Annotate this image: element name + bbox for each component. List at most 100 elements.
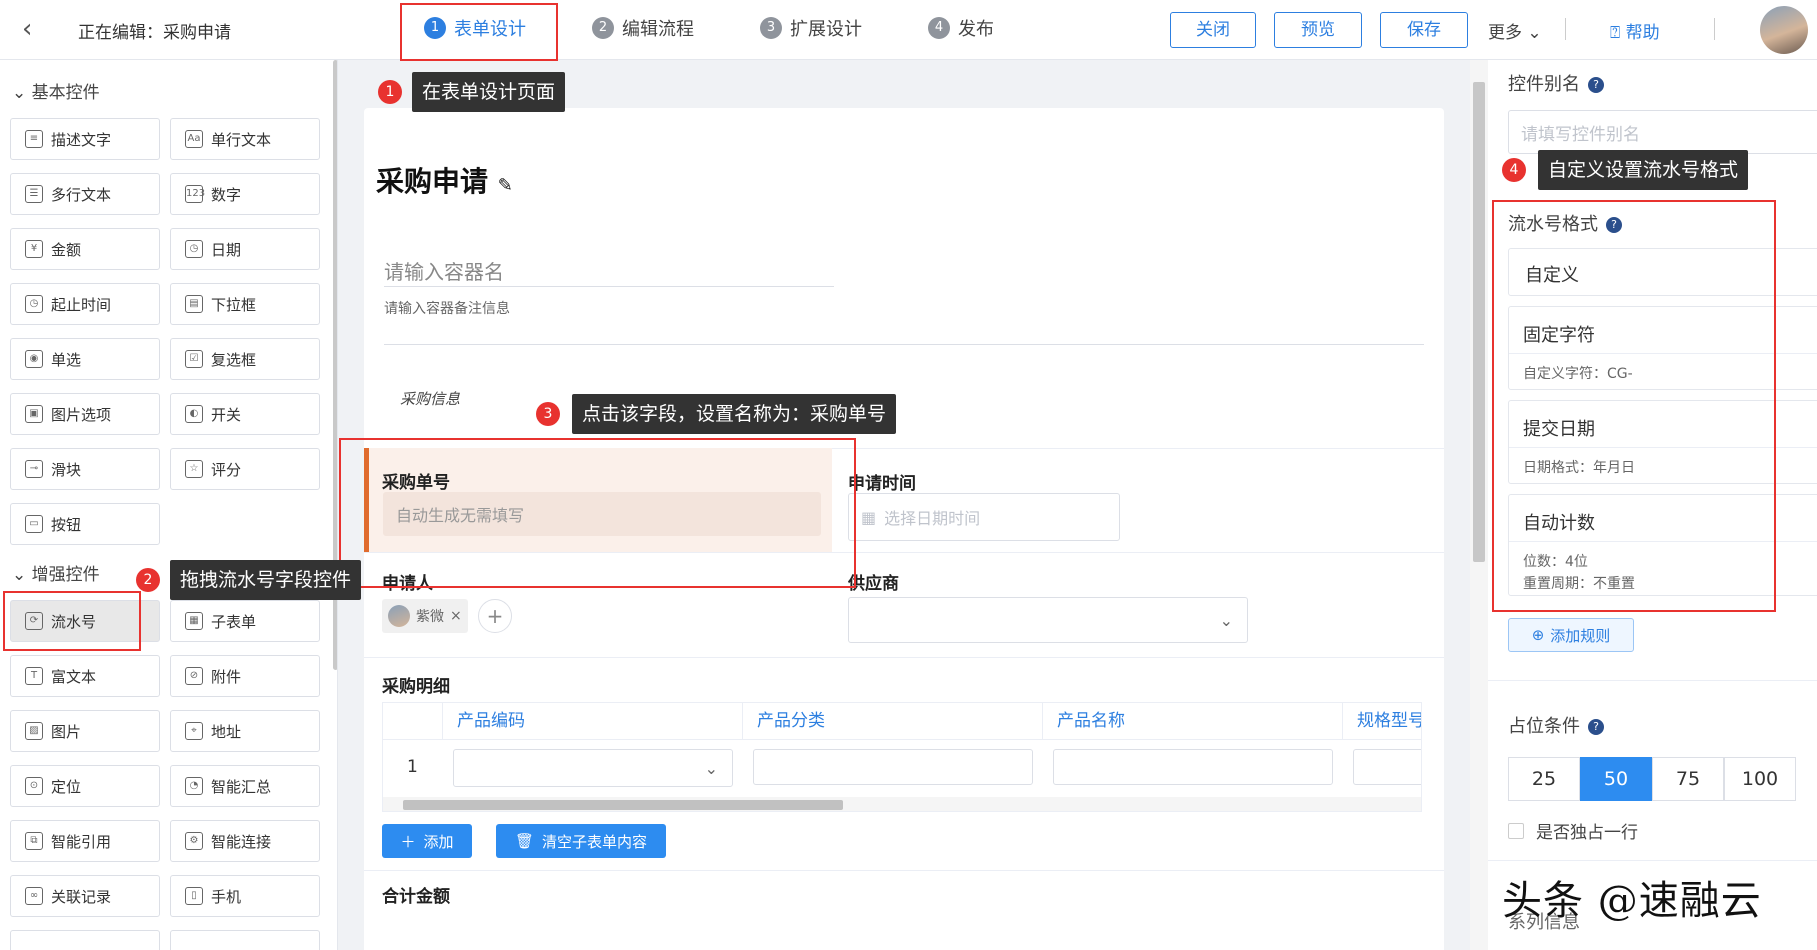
basic-controls-header[interactable]: ⌄ 基本控件 bbox=[12, 78, 100, 103]
field-supplier[interactable]: 供应商 ⌄ bbox=[832, 553, 1444, 657]
product-category-input[interactable] bbox=[753, 749, 1033, 785]
more-menu[interactable]: 更多 ⌄ bbox=[1488, 18, 1542, 43]
supplier-select[interactable]: ⌄ bbox=[848, 597, 1248, 643]
applicant-tag[interactable]: 紫微 × bbox=[382, 599, 468, 633]
form-title-text: 采购申请 bbox=[376, 165, 489, 198]
control-date[interactable]: ◷ 日期 bbox=[170, 228, 320, 270]
field-applicant[interactable]: 申请人 紫微 × + bbox=[364, 553, 832, 657]
position-25[interactable]: 25 bbox=[1508, 757, 1580, 801]
image-option-icon: ▣ bbox=[25, 405, 43, 423]
position-50[interactable]: 50 bbox=[1580, 757, 1652, 801]
preview-button[interactable]: 预览 bbox=[1274, 12, 1362, 48]
product-code-select[interactable]: ⌄ bbox=[453, 749, 733, 787]
close-button[interactable]: 关闭 bbox=[1170, 12, 1256, 48]
scrollbar-thumb[interactable] bbox=[403, 800, 843, 810]
step-extension-design[interactable]: 3 扩展设计 bbox=[760, 15, 862, 41]
container-name-input[interactable]: 请输入容器名 bbox=[384, 256, 504, 285]
canvas-scrollbar-thumb[interactable] bbox=[1473, 82, 1485, 562]
control-amount[interactable]: ¥ 金额 bbox=[10, 228, 160, 270]
step-edit-flow[interactable]: 2 编辑流程 bbox=[592, 15, 694, 41]
control-subform[interactable]: ▦ 子表单 bbox=[170, 600, 320, 642]
order-number-input[interactable]: 自动生成无需填写 bbox=[383, 492, 821, 536]
clear-subform-button[interactable]: 🗑 清空子表单内容 bbox=[496, 824, 666, 858]
control-switch[interactable]: ◐ 开关 bbox=[170, 393, 320, 435]
add-row-button[interactable]: ＋ 添加 bbox=[382, 824, 472, 858]
step-publish[interactable]: 4 发布 bbox=[928, 15, 994, 41]
edit-pencil-icon[interactable]: ✎ bbox=[498, 175, 513, 196]
step-number: 2 bbox=[592, 17, 614, 39]
clock-icon: ◷ bbox=[185, 240, 203, 258]
control-radio[interactable]: ◉ 单选 bbox=[10, 338, 160, 380]
editing-title: 正在编辑：采购申请 bbox=[78, 23, 231, 43]
field-label: 供应商 bbox=[848, 574, 899, 594]
add-applicant-button[interactable]: + bbox=[478, 599, 512, 633]
top-bar: ‹ 正在编辑：采购申请 1 表单设计 2 编辑流程 3 扩展设计 4 发布 关闭… bbox=[0, 0, 1817, 60]
control-location[interactable]: ⊙ 定位 bbox=[10, 765, 160, 807]
step-label: 表单设计 bbox=[454, 19, 526, 40]
container-remark-input[interactable]: 请输入容器备注信息 bbox=[384, 298, 510, 318]
control-multi-line[interactable]: ☰ 多行文本 bbox=[10, 173, 160, 215]
control-more[interactable] bbox=[170, 930, 320, 950]
spec-model-input[interactable] bbox=[1353, 749, 1421, 785]
enhanced-controls-header[interactable]: ⌄ 增强控件 bbox=[12, 560, 100, 585]
control-describe-text[interactable]: ≡ 描述文字 bbox=[10, 118, 160, 160]
control-rich-text[interactable]: T 富文本 bbox=[10, 655, 160, 697]
divider bbox=[1509, 353, 1817, 354]
control-mobile[interactable]: ▯ 手机 bbox=[170, 875, 320, 917]
form-title[interactable]: 采购申请 ✎ bbox=[376, 160, 513, 200]
control-number[interactable]: 123 数字 bbox=[170, 173, 320, 215]
save-button[interactable]: 保存 bbox=[1380, 12, 1468, 48]
rule-submit-date[interactable]: 提交日期 日期格式：年月日 bbox=[1508, 400, 1817, 484]
control-smart-connect[interactable]: ⚙ 智能连接 bbox=[170, 820, 320, 862]
add-rule-button[interactable]: ⊕ 添加规则 bbox=[1508, 618, 1634, 652]
control-slider[interactable]: ⊸ 滑块 bbox=[10, 448, 160, 490]
close-icon[interactable]: × bbox=[450, 608, 462, 624]
control-more[interactable] bbox=[10, 930, 160, 950]
control-button[interactable]: ▭ 按钮 bbox=[10, 503, 160, 545]
help-link[interactable]: ⍰ 帮助 bbox=[1610, 18, 1660, 43]
apply-time-input[interactable]: ▦ 选择日期时间 bbox=[848, 493, 1120, 541]
control-attachment[interactable]: ⊘ 附件 bbox=[170, 655, 320, 697]
control-single-line[interactable]: Aa 单行文本 bbox=[170, 118, 320, 160]
question-icon[interactable]: ? bbox=[1606, 217, 1622, 233]
back-arrow-icon[interactable]: ‹ bbox=[22, 16, 50, 44]
step-form-design[interactable]: 1 表单设计 bbox=[424, 15, 526, 41]
reference-icon: ⧉ bbox=[25, 832, 43, 850]
horizontal-scrollbar[interactable] bbox=[383, 797, 1421, 811]
exclusive-row-checkbox[interactable]: 是否独占一行 bbox=[1508, 818, 1638, 843]
control-image[interactable]: ▨ 图片 bbox=[10, 710, 160, 752]
control-rating[interactable]: ☆ 评分 bbox=[170, 448, 320, 490]
paperclip-icon: ⊘ bbox=[185, 667, 203, 685]
callout-4: 自定义设置流水号格式 bbox=[1538, 150, 1749, 190]
question-icon[interactable]: ? bbox=[1588, 77, 1604, 93]
radio-icon: ◉ bbox=[25, 350, 43, 368]
control-label: 按钮 bbox=[51, 515, 82, 534]
control-image-option[interactable]: ▣ 图片选项 bbox=[10, 393, 160, 435]
control-dropdown[interactable]: ▤ 下拉框 bbox=[170, 283, 320, 325]
step-label: 扩展设计 bbox=[790, 19, 862, 40]
position-100[interactable]: 100 bbox=[1724, 757, 1796, 801]
control-address[interactable]: ⌖ 地址 bbox=[170, 710, 320, 752]
rule-auto-count[interactable]: 自动计数 位数：4位 重置周期：不重置 bbox=[1508, 494, 1817, 596]
product-name-input[interactable] bbox=[1053, 749, 1333, 785]
user-avatar[interactable] bbox=[1760, 6, 1808, 54]
rule-fixed-chars[interactable]: 固定字符 自定义字符：CG- bbox=[1508, 306, 1817, 390]
divider bbox=[1714, 18, 1715, 40]
control-checkbox[interactable]: ☑ 复选框 bbox=[170, 338, 320, 380]
control-time-range[interactable]: ◷ 起止时间 bbox=[10, 283, 160, 325]
field-order-number-selected[interactable]: 采购单号 自动生成无需填写 bbox=[364, 448, 832, 552]
control-serial-number[interactable]: ⟳ 流水号 bbox=[10, 600, 160, 642]
control-label: 附件 bbox=[211, 667, 242, 686]
control-label: 智能引用 bbox=[51, 832, 112, 851]
serial-type-select[interactable]: 自定义 bbox=[1508, 248, 1817, 296]
rule-title: 固定字符 bbox=[1523, 325, 1595, 346]
control-label: 下拉框 bbox=[211, 295, 257, 314]
field-apply-time[interactable]: 申请时间 ▦ 选择日期时间 bbox=[832, 448, 1444, 552]
control-smart-summary[interactable]: ◔ 智能汇总 bbox=[170, 765, 320, 807]
field-label: 申请时间 bbox=[848, 474, 916, 494]
question-icon[interactable]: ? bbox=[1588, 719, 1604, 735]
control-related-record[interactable]: ∞ 关联记录 bbox=[10, 875, 160, 917]
control-smart-reference[interactable]: ⧉ 智能引用 bbox=[10, 820, 160, 862]
alias-input[interactable]: 请填写控件别名 bbox=[1508, 110, 1817, 154]
position-75[interactable]: 75 bbox=[1652, 757, 1724, 801]
